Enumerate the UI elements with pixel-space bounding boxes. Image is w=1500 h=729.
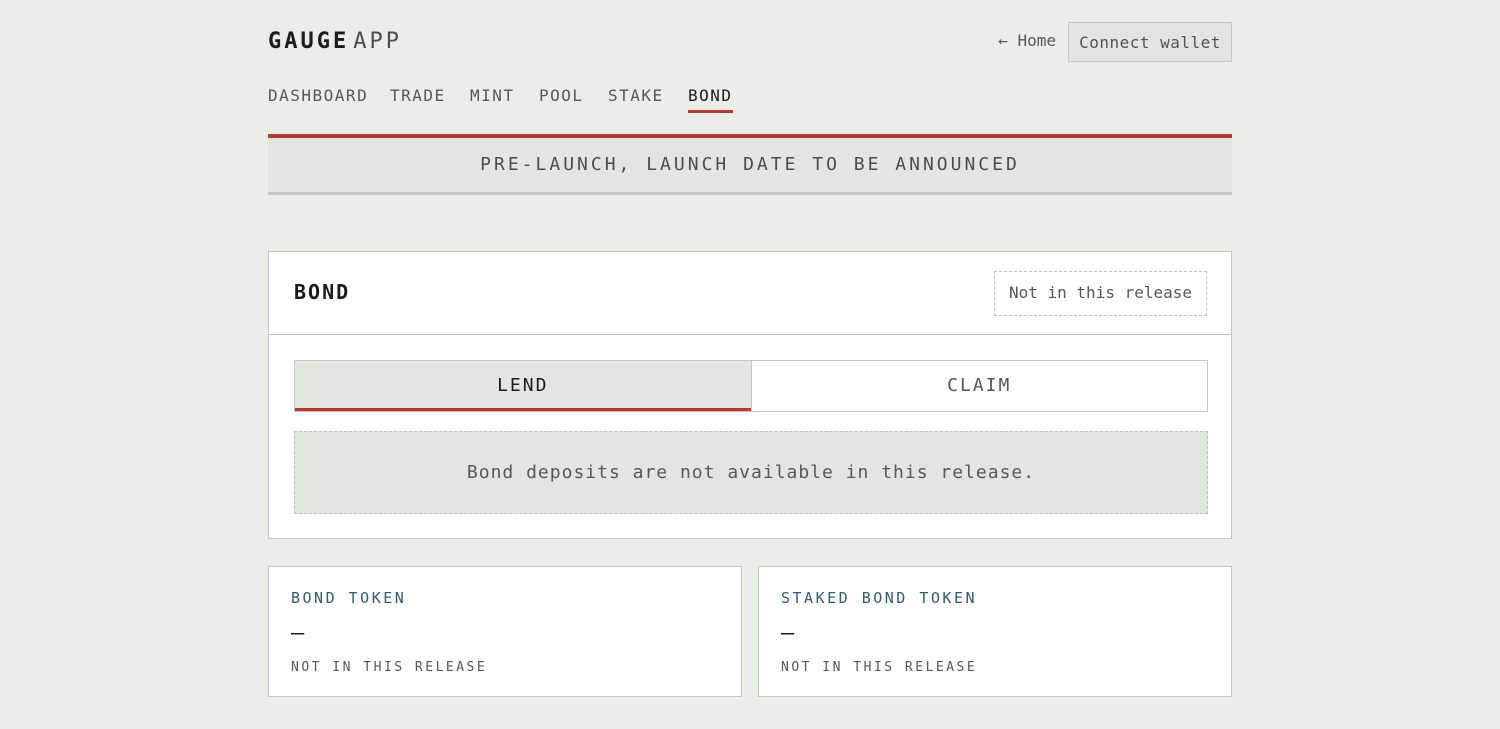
app-header: GAUGE APP ← Home Connect wallet xyxy=(268,0,1232,82)
nav-item-stake[interactable]: STAKE xyxy=(608,86,664,111)
nav-item-dashboard[interactable]: DASHBOARD xyxy=(268,86,368,111)
tab-claim[interactable]: CLAIM xyxy=(751,361,1207,411)
brand-logo[interactable]: GAUGE APP xyxy=(268,29,402,54)
tab-lend[interactable]: LEND xyxy=(295,361,752,411)
bond-token-card: BOND TOKEN — NOT IN THIS RELEASE xyxy=(268,566,742,697)
nav-item-trade[interactable]: TRADE xyxy=(390,86,446,111)
token-status: NOT IN THIS RELEASE xyxy=(781,660,978,675)
connect-wallet-button[interactable]: Connect wallet xyxy=(1068,22,1232,62)
prelaunch-banner: PRE-LAUNCH, LAUNCH DATE TO BE ANNOUNCED xyxy=(268,134,1232,195)
bond-unavailable-notice: Bond deposits are not available in this … xyxy=(294,431,1208,514)
bond-card-header: BOND Not in this release xyxy=(269,252,1231,335)
bond-card-title: BOND xyxy=(294,280,351,304)
staked-bond-token-card: STAKED BOND TOKEN — NOT IN THIS RELEASE xyxy=(758,566,1232,697)
release-status-badge: Not in this release xyxy=(994,271,1207,316)
nav-item-pool[interactable]: POOL xyxy=(539,86,584,111)
token-status: NOT IN THIS RELEASE xyxy=(291,660,488,675)
bond-tabs: LEND CLAIM xyxy=(294,360,1208,412)
nav-item-mint[interactable]: MINT xyxy=(470,86,515,111)
nav-item-bond[interactable]: BOND xyxy=(688,86,733,113)
token-label: BOND TOKEN xyxy=(291,589,407,607)
main-nav: DASHBOARD TRADE MINT POOL STAKE BOND xyxy=(268,82,1232,134)
brand-primary: GAUGE xyxy=(268,29,350,54)
token-label: STAKED BOND TOKEN xyxy=(781,589,978,607)
brand-secondary: APP xyxy=(353,29,402,54)
token-value: — xyxy=(781,621,795,646)
home-link[interactable]: ← Home xyxy=(998,31,1056,50)
app-container: GAUGE APP ← Home Connect wallet DASHBOARD… xyxy=(268,0,1232,697)
token-value: — xyxy=(291,621,305,646)
bond-card: BOND Not in this release LEND CLAIM Bond… xyxy=(268,251,1232,539)
